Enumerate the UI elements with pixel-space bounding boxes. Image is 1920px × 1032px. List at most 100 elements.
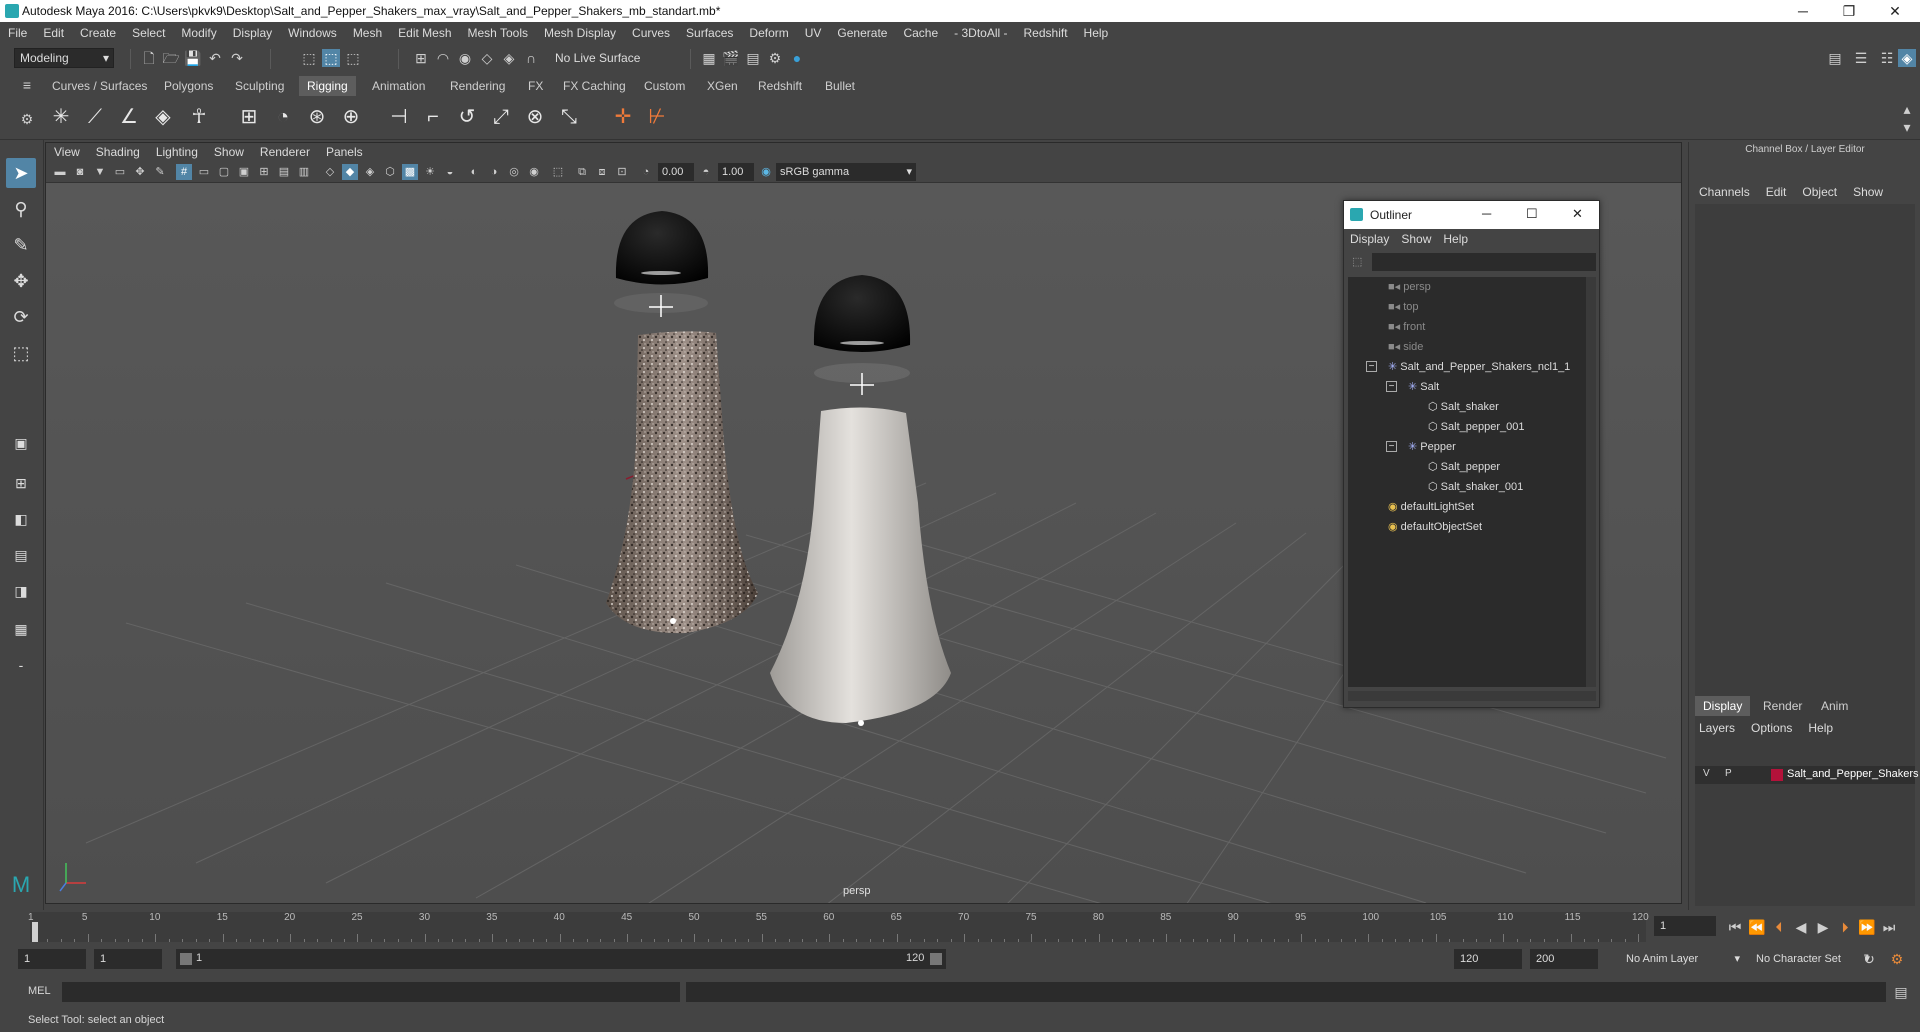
color-management-icon[interactable]: ◉ xyxy=(758,164,774,180)
isolate-select-icon[interactable]: ⬚ xyxy=(550,164,566,180)
grease-pencil-icon[interactable]: ✎ xyxy=(152,164,168,180)
list-item[interactable]: ⬡ Salt_shaker xyxy=(1428,397,1499,417)
snap-curve-icon[interactable]: ◠ xyxy=(434,49,452,67)
workspace-list-icon[interactable]: ☰ xyxy=(1852,49,1870,67)
time-slider[interactable]: 1 5 10 15 20 25 30 35 40 45 50 55 60 65 70 75 80 85 90 95 10… xyxy=(0,910,1920,944)
undo-icon[interactable]: ↶ xyxy=(206,49,224,67)
play-forwards-icon[interactable]: ▶ xyxy=(1814,918,1832,936)
outliner-layout-icon[interactable]: ▦ xyxy=(6,614,36,644)
camera-select-icon[interactable]: ▬ xyxy=(52,164,68,180)
menu-mesh[interactable]: Mesh xyxy=(345,22,390,44)
play-backwards-icon[interactable]: ◀ xyxy=(1792,918,1810,936)
shadows-icon[interactable]: ◒ xyxy=(442,164,458,180)
pole-vector-icon[interactable]: ⤡ xyxy=(556,104,582,130)
resolution-gate-icon[interactable]: ▢ xyxy=(216,164,232,180)
ik-spline-icon[interactable]: ∠ xyxy=(116,104,142,130)
gamma-icon[interactable]: ◓ xyxy=(698,164,714,180)
safe-action-icon[interactable]: ▤ xyxy=(276,164,292,180)
layer-menu-help[interactable]: Help xyxy=(1800,718,1841,738)
menu-redshift[interactable]: Redshift xyxy=(1016,22,1076,44)
xray-icon[interactable]: ⧉ xyxy=(574,164,590,180)
tab-animation[interactable]: Animation xyxy=(364,76,433,96)
layer-color-swatch[interactable] xyxy=(1771,769,1783,781)
ipr-render-icon[interactable]: ▤ xyxy=(744,49,762,67)
bookmark-icon[interactable]: ▼ xyxy=(92,164,108,180)
outliner-menu-show[interactable]: Show xyxy=(1395,229,1437,249)
list-item[interactable]: ✳ Pepper xyxy=(1408,437,1456,457)
menu-mesh-display[interactable]: Mesh Display xyxy=(536,22,624,44)
layer-row[interactable]: V P Salt_and_Pepper_Shakers xyxy=(1695,766,1918,784)
list-item[interactable]: ■◂ front xyxy=(1388,317,1425,337)
cb-menu-channels[interactable]: Channels xyxy=(1691,182,1758,202)
paint-select-tool-icon[interactable]: ✎ xyxy=(6,230,36,260)
step-forward-key-icon[interactable]: ⏵ xyxy=(1836,918,1854,936)
wireframe-icon[interactable]: ◇ xyxy=(322,164,338,180)
four-view-layout-icon[interactable]: ⊞ xyxy=(6,468,36,498)
layer-menu-options[interactable]: Options xyxy=(1743,718,1800,738)
save-scene-icon[interactable]: 💾 xyxy=(184,49,202,67)
menu-generate[interactable]: Generate xyxy=(829,22,895,44)
menu-mesh-tools[interactable]: Mesh Tools xyxy=(460,22,536,44)
menu-uv[interactable]: UV xyxy=(797,22,830,44)
smooth-bind-icon[interactable]: ◔ xyxy=(270,104,296,130)
cluster-icon[interactable]: ⊬ xyxy=(644,104,670,130)
menu-help[interactable]: Help xyxy=(1076,22,1117,44)
move-tool-icon[interactable]: ✥ xyxy=(6,266,36,296)
menu-3dtoall[interactable]: - 3DtoAll - xyxy=(946,22,1015,44)
redo-icon[interactable]: ↷ xyxy=(228,49,246,67)
hypershade-layout-icon[interactable]: ◨ xyxy=(6,576,36,606)
xray-joints-icon[interactable]: ⧈ xyxy=(594,164,610,180)
mirror-joint-icon[interactable]: ◈ xyxy=(150,104,176,130)
orient-constraint-icon[interactable]: ↺ xyxy=(454,104,480,130)
snap-point-icon[interactable]: ◉ xyxy=(456,49,474,67)
quick-rig-icon[interactable]: ☥ xyxy=(186,104,212,130)
outliner-menu-help[interactable]: Help xyxy=(1437,229,1474,249)
bounding-box-icon[interactable]: ⬡ xyxy=(382,164,398,180)
multisample-aa-icon[interactable]: ◎ xyxy=(506,164,522,180)
current-time-marker[interactable] xyxy=(32,922,38,942)
animation-preferences-icon[interactable]: ⚙ xyxy=(1888,950,1906,968)
playback-end-field[interactable]: 120 xyxy=(1454,949,1522,969)
list-item[interactable]: ◉ defaultLightSet xyxy=(1388,497,1474,517)
snap-view-plane-icon[interactable]: ◇ xyxy=(478,49,496,67)
list-item[interactable]: ⬡ Salt_shaker_001 xyxy=(1428,477,1523,497)
snap-grid-icon[interactable]: ⊞ xyxy=(412,49,430,67)
new-scene-icon[interactable]: 🗋 xyxy=(140,49,158,67)
tab-bullet[interactable]: Bullet xyxy=(817,76,863,96)
gate-mask-icon[interactable]: ▣ xyxy=(236,164,252,180)
vp-menu-lighting[interactable]: Lighting xyxy=(148,143,206,161)
tab-rigging[interactable]: Rigging xyxy=(299,76,356,96)
time-slider-track[interactable]: 1 5 10 15 20 25 30 35 40 45 50 55 60 65 70 75 80 85 90 95 10… xyxy=(28,912,1649,942)
exposure-icon[interactable]: ◔ xyxy=(638,164,654,180)
animation-end-field[interactable]: 200 xyxy=(1530,949,1598,969)
outliner-vertical-scrollbar[interactable] xyxy=(1586,277,1596,687)
shelf-scroll-down-icon[interactable]: ▾ xyxy=(1898,118,1916,136)
list-item[interactable]: ■◂ top xyxy=(1388,297,1419,317)
outliner-list[interactable]: ■◂ persp ■◂ top ■◂ front ■◂ side − ✳ Sal… xyxy=(1348,277,1586,687)
go-to-start-icon[interactable]: ⏮ xyxy=(1726,918,1744,936)
menu-windows[interactable]: Windows xyxy=(280,22,345,44)
tab-xgen[interactable]: XGen xyxy=(699,76,746,96)
smooth-shade-icon[interactable]: ◆ xyxy=(342,164,358,180)
paint-weights-icon[interactable]: ⊛ xyxy=(304,104,330,130)
locator-icon[interactable]: ✛ xyxy=(610,104,636,130)
character-set-dropdown[interactable]: No Character Set ▾ xyxy=(1750,949,1874,969)
render-region-icon[interactable]: ▦ xyxy=(700,49,718,67)
playback-start-field[interactable]: 1 xyxy=(94,949,162,969)
vp-menu-show[interactable]: Show xyxy=(206,143,252,161)
go-to-end-icon[interactable]: ⏭ xyxy=(1880,918,1898,936)
tab-rendering[interactable]: Rendering xyxy=(442,76,513,96)
parent-constraint-icon[interactable]: ⊗ xyxy=(522,104,548,130)
tab-polygons[interactable]: Polygons xyxy=(156,76,221,96)
workspace-attributes-icon[interactable]: ☷ xyxy=(1878,49,1896,67)
select-tool-icon[interactable]: ➤ xyxy=(6,158,36,188)
two-d-pan-icon[interactable]: ✥ xyxy=(132,164,148,180)
magnet-icon[interactable]: ∩ xyxy=(522,49,540,67)
filter-icon[interactable]: ⬚ xyxy=(1352,255,1362,268)
safe-title-icon[interactable]: ▥ xyxy=(296,164,312,180)
current-frame-field[interactable]: 1 xyxy=(1654,916,1716,936)
vp-menu-shading[interactable]: Shading xyxy=(88,143,148,161)
textured-icon[interactable]: ▩ xyxy=(402,164,418,180)
menu-cache[interactable]: Cache xyxy=(895,22,946,44)
select-by-hierarchy-icon[interactable]: ⬚ xyxy=(300,49,318,67)
